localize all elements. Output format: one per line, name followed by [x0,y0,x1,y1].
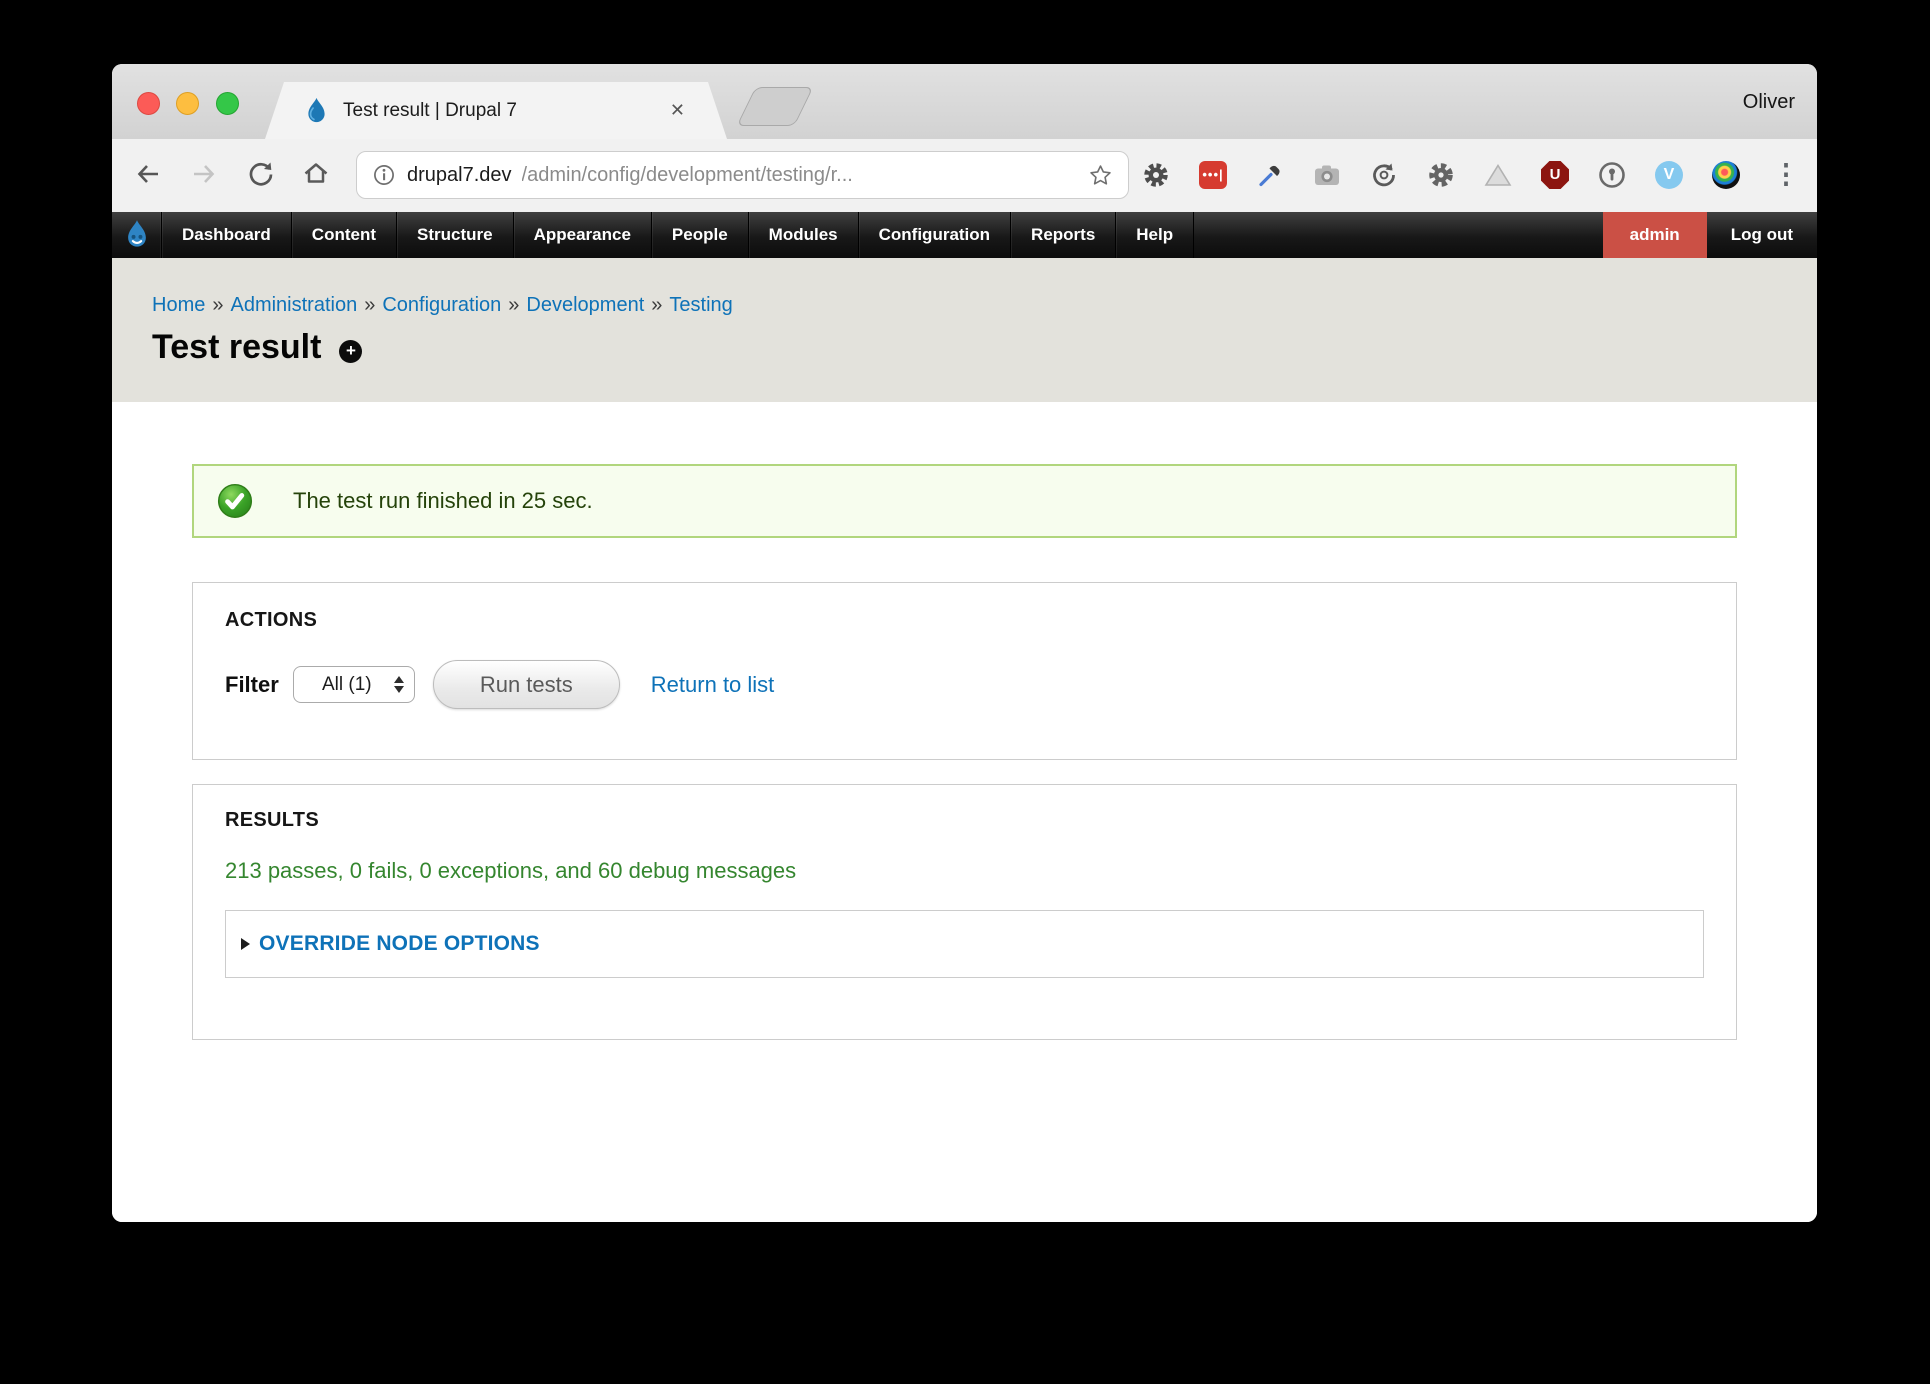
breadcrumb-configuration[interactable]: Configuration [382,294,501,316]
toolbar-item-modules[interactable]: Modules [749,212,859,258]
add-shortcut-icon[interactable]: + [339,340,362,363]
browser-menu-icon[interactable]: ⋮ [1771,159,1801,189]
toolbar-item-dashboard[interactable]: Dashboard [162,212,292,258]
drupal-favicon-icon [303,97,330,126]
browser-window: Test result | Drupal 7 ✕ Oliver drupal7.… [112,64,1817,1222]
status-text: The test run finished in 25 sec. [293,488,593,514]
page-title: Test result [152,328,321,367]
home-icon[interactable] [301,159,331,189]
toolbar-item-content[interactable]: Content [292,212,397,258]
forward-icon[interactable] [189,159,219,189]
page-title-row: Test result + [152,328,362,367]
return-to-list-link[interactable]: Return to list [651,672,775,698]
breadcrumb-home[interactable]: Home [152,294,205,316]
results-legend: RESULTS [225,809,1704,832]
page-content: The test run finished in 25 sec. ACTIONS… [112,402,1817,1222]
tab-close-icon[interactable]: ✕ [670,82,685,139]
url-bar[interactable]: drupal7.dev /admin/config/development/te… [356,151,1129,199]
reload-icon[interactable] [246,159,276,189]
toolbar-item-people[interactable]: People [652,212,749,258]
collapsed-arrow-icon [241,938,250,950]
zoom-window-button[interactable] [216,92,239,115]
browser-toolbar: drupal7.dev /admin/config/development/te… [112,139,1817,212]
password-manager-icon[interactable]: •••| [1198,160,1228,190]
bookmark-star-icon[interactable] [1087,162,1114,189]
keyhole-circle-icon[interactable] [1597,160,1627,190]
toolbar-item-configuration[interactable]: Configuration [859,212,1011,258]
vimeo-icon[interactable]: V [1654,160,1684,190]
results-fieldset: RESULTS 213 passes, 0 fails, 0 exception… [192,784,1737,1040]
breadcrumb: Home»Administration»Configuration»Develo… [152,294,733,317]
results-summary: 213 passes, 0 fails, 0 exceptions, and 6… [225,858,1704,884]
filter-label: Filter [225,672,279,698]
back-icon[interactable] [133,159,163,189]
drupal-admin-toolbar: Dashboard Content Structure Appearance P… [112,212,1817,258]
select-stepper-icon [394,676,404,693]
eyedropper-icon[interactable] [1255,160,1285,190]
breadcrumb-administration[interactable]: Administration [230,294,357,316]
toolbar-user-admin[interactable]: admin [1603,212,1707,258]
page-header: Home»Administration»Configuration»Develo… [112,258,1817,402]
browser-profile-name[interactable]: Oliver [1743,91,1795,114]
close-window-button[interactable] [137,92,160,115]
override-node-options-fieldset[interactable]: OVERRIDE NODE OPTIONS [225,910,1704,978]
toolbar-item-structure[interactable]: Structure [397,212,514,258]
toolbar-item-reports[interactable]: Reports [1011,212,1116,258]
settings-gear-icon[interactable] [1141,160,1171,190]
gear-dark-icon[interactable] [1426,160,1456,190]
ublock-icon[interactable]: U [1540,160,1570,190]
url-host: drupal7.dev [407,164,512,187]
tab-strip: Test result | Drupal 7 ✕ Oliver [112,64,1817,139]
actions-fieldset: ACTIONS Filter All (1) Run tests Return … [192,582,1737,760]
extension-icons: •••| [1141,160,1741,190]
toolbar-logout[interactable]: Log out [1707,212,1817,258]
override-node-options-label[interactable]: OVERRIDE NODE OPTIONS [259,932,540,956]
refresh-checker-icon[interactable] [1369,160,1399,190]
filter-select[interactable]: All (1) [293,666,415,703]
browser-tab[interactable]: Test result | Drupal 7 ✕ [265,82,727,139]
toolbar-item-appearance[interactable]: Appearance [514,212,652,258]
status-message: The test run finished in 25 sec. [192,464,1737,538]
run-tests-button[interactable]: Run tests [433,660,620,709]
new-tab-button[interactable] [736,87,813,126]
breadcrumb-testing[interactable]: Testing [669,294,732,316]
camera-lens-icon[interactable] [1711,160,1741,190]
success-check-icon [217,483,253,519]
actions-legend: ACTIONS [225,609,1704,632]
page-info-icon[interactable] [371,162,397,188]
minimize-window-button[interactable] [176,92,199,115]
breadcrumb-development[interactable]: Development [526,294,644,316]
camera-icon[interactable] [1312,160,1342,190]
url-path: /admin/config/development/testing/r... [522,164,1077,187]
drive-triangle-icon[interactable] [1483,160,1513,190]
tab-title: Test result | Drupal 7 [343,82,517,139]
drupal-logo-icon[interactable] [112,212,162,258]
filter-select-value: All (1) [300,674,394,696]
toolbar-item-help[interactable]: Help [1116,212,1194,258]
